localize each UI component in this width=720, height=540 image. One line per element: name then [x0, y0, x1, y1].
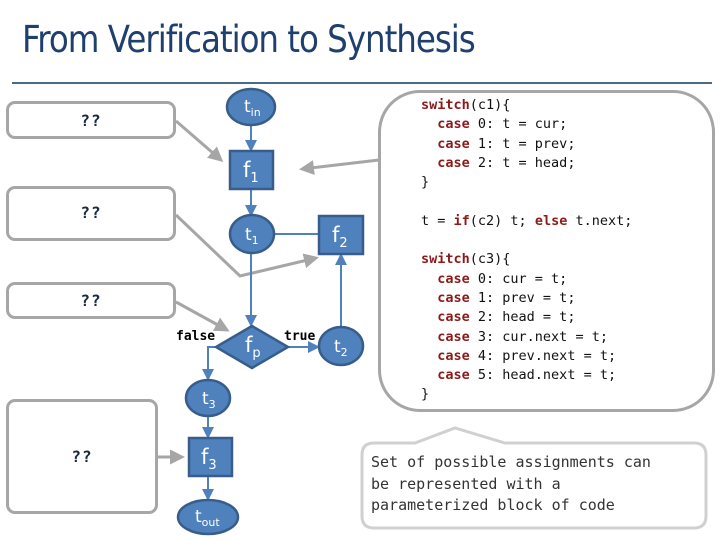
connector-hole3-fp	[175, 300, 230, 332]
edge-label-true: true	[284, 329, 315, 344]
connector-hole1-f1	[175, 119, 224, 162]
edge-label-false: false	[176, 329, 215, 344]
connector-code-f1	[299, 158, 380, 176]
edge-fp-t3	[202, 346, 216, 381]
callout-text: Set of possible assignments can be repre…	[371, 453, 651, 514]
